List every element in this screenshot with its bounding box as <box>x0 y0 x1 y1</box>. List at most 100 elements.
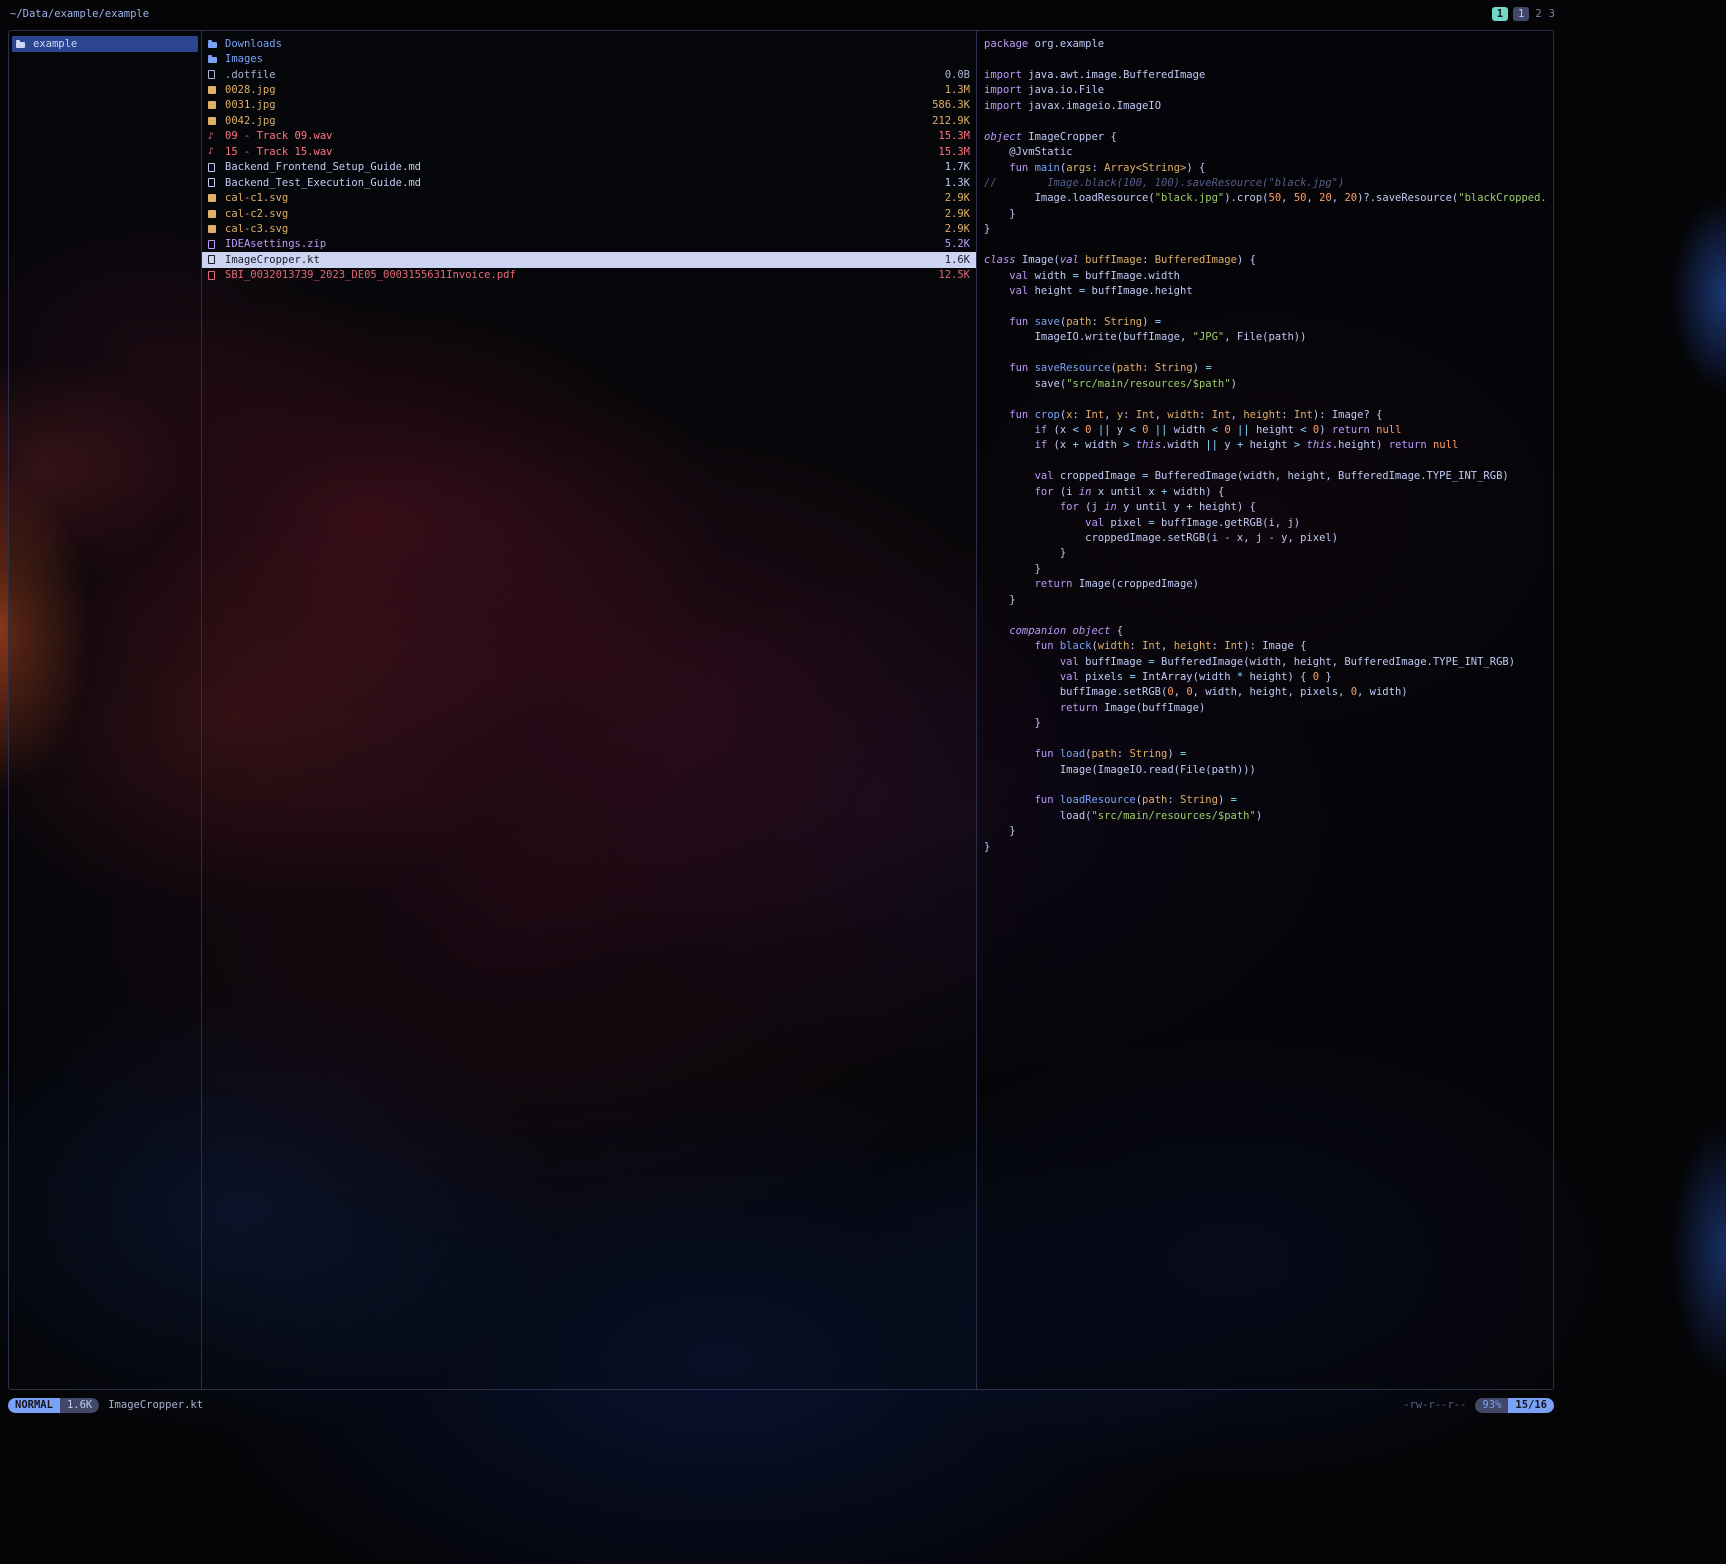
code-line <box>984 239 1553 254</box>
file-size: 1.3M <box>945 84 970 96</box>
code-line <box>984 300 1553 315</box>
code-line: Image(ImageIO.read(File(path))) <box>984 764 1553 779</box>
code-line: import java.awt.image.BufferedImage <box>984 69 1553 84</box>
folder-icon <box>208 36 222 51</box>
code-line: Image.loadResource("black.jpg").crop(50,… <box>984 192 1553 207</box>
code-line: } <box>984 825 1553 840</box>
code-line: val height = buffImage.height <box>984 285 1553 300</box>
file-name: ImageCropper.kt <box>225 254 937 266</box>
code-line: return Image(buffImage) <box>984 702 1553 717</box>
tab-1[interactable]: 1 <box>1492 7 1508 21</box>
file-row[interactable]: ♪09 - Track 09.wav 15.3M <box>202 129 976 144</box>
file-row[interactable]: Images <box>202 51 976 66</box>
cursor-position-badge: 15/16 <box>1508 1398 1554 1413</box>
code-line: import javax.imageio.ImageIO <box>984 100 1553 115</box>
markdown-icon <box>208 160 222 175</box>
code-line <box>984 609 1553 624</box>
file-row[interactable]: ImageCropper.kt 1.6K <box>202 252 976 267</box>
status-bar: NORMAL 1.6K ImageCropper.kt -rw-r--r-- 9… <box>8 1396 1554 1414</box>
file-size: 212.9K <box>932 115 970 127</box>
code-line <box>984 455 1553 470</box>
code-line: val pixel = buffImage.getRGB(i, j) <box>984 517 1553 532</box>
parent-dir-item[interactable]: example <box>12 36 198 52</box>
code-line: fun black(width: Int, height: Int): Imag… <box>984 640 1553 655</box>
file-name: cal-c1.svg <box>225 192 937 204</box>
image-icon <box>208 206 222 221</box>
code-line: } <box>984 208 1553 223</box>
code-line: if (x < 0 || y < 0 || width < 0 || heigh… <box>984 424 1553 439</box>
code-line: class Image(val buffImage: BufferedImage… <box>984 254 1553 269</box>
file-row[interactable]: .dotfile0.0B <box>202 67 976 82</box>
code-line <box>984 779 1553 794</box>
code-line: fun crop(x: Int, y: Int, width: Int, hei… <box>984 409 1553 424</box>
tab-1[interactable]: 1 <box>1513 7 1529 21</box>
image-icon <box>208 113 222 128</box>
code-line: @JvmStatic <box>984 146 1553 161</box>
file-row[interactable]: Backend_Test_Execution_Guide.md1.3K <box>202 175 976 190</box>
folder-icon <box>208 51 222 66</box>
file-name: 0028.jpg <box>225 84 937 96</box>
markdown-icon <box>208 175 222 190</box>
tab-3[interactable]: 3 <box>1548 7 1556 21</box>
audio-icon: ♪ <box>208 129 222 144</box>
code-line <box>984 393 1553 408</box>
file-size: 1.7K <box>945 161 970 173</box>
file-size: 12.5K <box>938 269 970 281</box>
kotlin-icon <box>208 252 222 267</box>
code-line: fun save(path: String) = <box>984 316 1553 331</box>
tab-bar: 1123 <box>1492 7 1556 21</box>
file-size: 0.0B <box>945 69 970 81</box>
file-row[interactable]: Downloads <box>202 36 976 51</box>
image-icon <box>208 82 222 97</box>
code-line: val pixels = IntArray(width * height) { … <box>984 671 1553 686</box>
file-row[interactable]: cal-c1.svg 2.9K <box>202 190 976 205</box>
image-icon <box>208 221 222 236</box>
code-line: // Image.black(100, 100).saveResource("b… <box>984 177 1553 192</box>
file-row[interactable]: ♪15 - Track 15.wav15.3M <box>202 144 976 159</box>
file-row[interactable]: cal-c2.svg2.9K <box>202 206 976 221</box>
folder-icon <box>16 36 30 52</box>
breadcrumb-path: ~/Data/example/example <box>10 8 149 20</box>
code-line: import java.io.File <box>984 84 1553 99</box>
file-size: 1.6K <box>945 254 970 266</box>
image-icon <box>208 98 222 113</box>
current-directory-pane[interactable]: DownloadsImages.dotfile0.0B0028.jpg1.3M0… <box>202 31 977 1389</box>
file-name: SBI_0032013739_2023_DE05_0003155631Invoi… <box>225 269 930 281</box>
audio-icon: ♪ <box>208 144 222 159</box>
status-filename: ImageCropper.kt <box>108 1399 203 1411</box>
code-line: fun main(args: Array<String>) { <box>984 162 1553 177</box>
file-row[interactable]: cal-c3.svg2.9K <box>202 221 976 236</box>
file-name: cal-c2.svg <box>225 208 937 220</box>
file-row[interactable]: SBI_0032013739_2023_DE05_0003155631Invoi… <box>202 268 976 283</box>
file-name: Backend_Frontend_Setup_Guide.md <box>225 161 937 173</box>
file-size: 2.9K <box>945 192 970 204</box>
code-line: } <box>984 223 1553 238</box>
parent-directory-pane[interactable]: example <box>9 31 202 1389</box>
code-line: companion object { <box>984 625 1553 640</box>
code-line <box>984 733 1553 748</box>
code-line: val width = buffImage.width <box>984 270 1553 285</box>
code-line: buffImage.setRGB(0, 0, width, height, pi… <box>984 686 1553 701</box>
file-name: IDEAsettings.zip <box>225 238 937 250</box>
file-row[interactable]: IDEAsettings.zip5.2K <box>202 237 976 252</box>
code-line: for (j in y until y + height) { <box>984 501 1553 516</box>
file-name: 09 - Track 09.wav <box>225 130 930 142</box>
file-name: 0042.jpg <box>225 115 924 127</box>
zip-icon <box>208 237 222 252</box>
file-row[interactable]: 0028.jpg 1.3M <box>202 82 976 97</box>
file-permissions: -rw-r--r-- <box>1403 1399 1466 1411</box>
file-size: 15.3M <box>938 130 970 142</box>
code-line: if (x + width > this.width || y + height… <box>984 439 1553 454</box>
file-manager-panes: example DownloadsImages.dotfile0.0B0028.… <box>8 30 1554 1390</box>
code-line: } <box>984 563 1553 578</box>
tab-2[interactable]: 2 <box>1534 7 1542 21</box>
preview-pane[interactable]: package org.exampleimport java.awt.image… <box>977 31 1553 1389</box>
code-line: val croppedImage = BufferedImage(width, … <box>984 470 1553 485</box>
code-line <box>984 347 1553 362</box>
file-row[interactable]: 0031.jpg586.3K <box>202 98 976 113</box>
file-name: 0031.jpg <box>225 99 924 111</box>
mode-indicator: NORMAL <box>8 1398 60 1413</box>
file-row[interactable]: Backend_Frontend_Setup_Guide.md 1.7K <box>202 160 976 175</box>
file-row[interactable]: 0042.jpg 212.9K <box>202 113 976 128</box>
code-line: return Image(croppedImage) <box>984 578 1553 593</box>
